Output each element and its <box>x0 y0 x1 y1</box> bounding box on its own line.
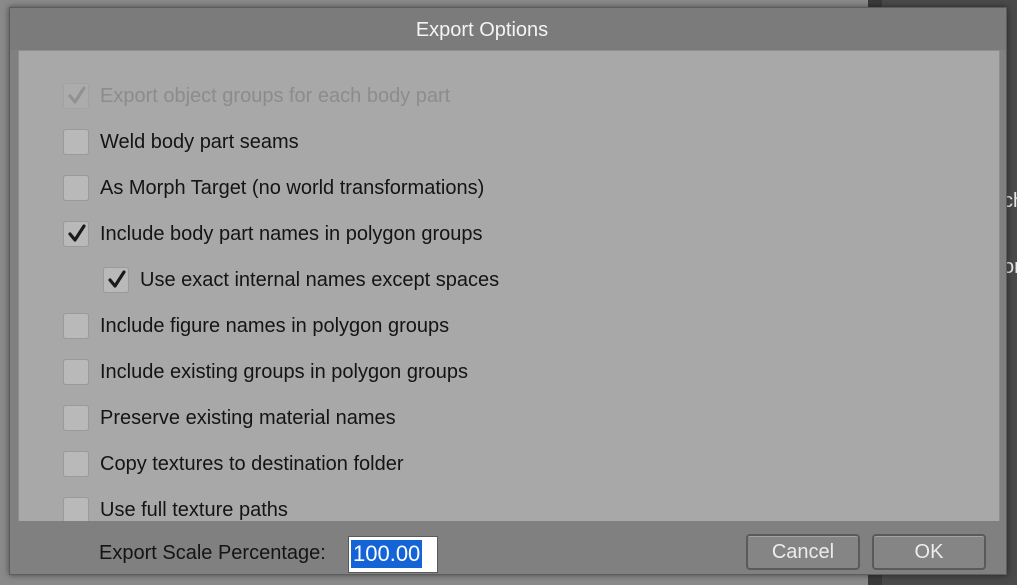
option-label: Export object groups for each body part <box>100 84 451 107</box>
option-row[interactable]: Include existing groups in polygon group… <box>63 355 468 389</box>
option-checkbox[interactable] <box>63 497 89 521</box>
option-label: Preserve existing material names <box>100 406 396 429</box>
option-checkbox[interactable] <box>63 359 89 385</box>
option-label: Include existing groups in polygon group… <box>100 360 469 383</box>
option-checkbox[interactable] <box>63 175 89 201</box>
option-checkbox[interactable] <box>63 451 89 477</box>
option-label: Copy textures to destination folder <box>100 452 404 475</box>
screen: ch or Export Options Export object group… <box>0 0 1017 585</box>
option-row[interactable]: Weld body part seams <box>63 125 299 159</box>
ok-button[interactable]: OK <box>872 534 986 570</box>
option-checkbox[interactable] <box>63 129 89 155</box>
cancel-button[interactable]: Cancel <box>746 534 860 570</box>
check-icon <box>108 270 126 288</box>
option-checkbox[interactable] <box>63 313 89 339</box>
option-row[interactable]: Include figure names in polygon groups <box>63 309 449 343</box>
dialog-title: Export Options <box>415 19 549 41</box>
dialog-footer: Export Scale Percentage: 100.00 Cancel O… <box>10 521 1006 574</box>
option-checkbox <box>63 83 89 109</box>
option-label: Include body part names in polygon group… <box>100 222 483 245</box>
option-label: Weld body part seams <box>100 130 299 153</box>
option-row[interactable]: Copy textures to destination folder <box>63 447 404 481</box>
option-row[interactable]: Include body part names in polygon group… <box>63 217 482 251</box>
option-row[interactable]: As Morph Target (no world transformation… <box>63 171 484 205</box>
option-label: Include figure names in polygon groups <box>100 314 450 337</box>
options-panel: Export object groups for each body part W… <box>18 50 1000 522</box>
option-row[interactable]: Preserve existing material names <box>63 401 396 435</box>
option-checkbox[interactable] <box>63 405 89 431</box>
option-row[interactable]: Use exact internal names except spaces <box>103 263 499 297</box>
export-scale-label: Export Scale Percentage: <box>99 542 326 564</box>
option-row[interactable]: Use full texture paths <box>63 493 288 521</box>
option-label: Use full texture paths <box>100 498 288 521</box>
title-bar[interactable]: Export Options <box>10 8 1006 50</box>
export-scale-input[interactable]: 100.00 <box>348 536 438 573</box>
option-label: As Morph Target (no world transformation… <box>100 176 485 199</box>
export-options-dialog: Export Options Export object groups for … <box>9 7 1007 575</box>
option-checkbox[interactable] <box>103 267 129 293</box>
option-checkbox[interactable] <box>63 221 89 247</box>
check-icon <box>68 86 86 104</box>
option-label: Use exact internal names except spaces <box>140 268 500 291</box>
check-icon <box>68 224 86 242</box>
option-row: Export object groups for each body part <box>63 79 450 113</box>
export-scale-value: 100.00 <box>351 540 423 568</box>
